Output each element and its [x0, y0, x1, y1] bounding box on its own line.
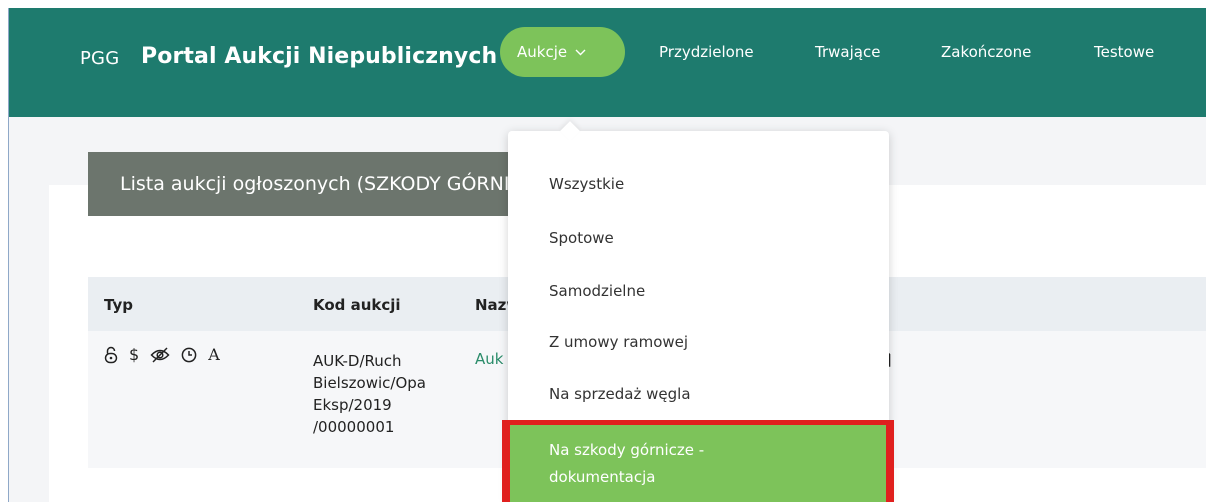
menu-item-spotowe[interactable]: Spotowe	[549, 229, 614, 247]
chevron-down-icon	[575, 45, 586, 59]
padlock-icon	[104, 346, 118, 364]
menu-item-label-line: dokumentacja	[549, 468, 656, 486]
menu-item-na-szkody-gornicze-label: Na szkody górnicze - dokumentacja	[549, 437, 704, 491]
auction-name-link[interactable]: Auk	[475, 350, 503, 368]
column-header-kod-aukcji[interactable]: Kod aukcji	[313, 296, 401, 314]
brand-title[interactable]: Portal Aukcji Niepublicznych	[141, 44, 497, 69]
brand-prefix[interactable]: PGG	[80, 48, 119, 69]
menu-item-z-umowy-ramowej[interactable]: Z umowy ramowej	[549, 333, 688, 351]
menu-item-na-sprzedaz-wegla[interactable]: Na sprzedaż węgla	[549, 385, 691, 403]
auction-code-line: Bielszowic/Opa	[313, 374, 426, 392]
row-type-icons: $ A	[104, 345, 220, 364]
column-header-typ[interactable]: Typ	[104, 296, 133, 314]
screenshot-edge-left	[0, 0, 8, 502]
letter-a-icon: A	[208, 345, 220, 364]
eye-slash-icon	[150, 346, 170, 363]
nav-zakonczone[interactable]: Zakończone	[941, 43, 1031, 61]
auction-code-line: /00000001	[313, 418, 395, 436]
menu-item-label-line: Na szkody górnicze -	[549, 441, 705, 459]
menu-item-wszystkie[interactable]: Wszystkie	[549, 175, 624, 193]
auction-code-line: AUK-D/Ruch	[313, 352, 402, 370]
page-title: Lista aukcji ogłoszonych (SZKODY GÓRNICZ…	[88, 152, 508, 216]
dollar-icon: $	[129, 345, 140, 364]
nav-testowe[interactable]: Testowe	[1094, 43, 1154, 61]
menu-item-samodzielne[interactable]: Samodzielne	[549, 282, 645, 300]
auction-code: AUK-D/Ruch Bielszowic/Opa Eksp/2019 /000…	[313, 350, 426, 438]
nav-przydzielone[interactable]: Przydzielone	[659, 43, 754, 61]
screenshot-edge-top	[0, 0, 1206, 8]
auction-code-line: Eksp/2019	[313, 396, 392, 414]
nav-trwajace[interactable]: Trwające	[815, 43, 880, 61]
nav-aukcje-dropdown-button[interactable]: Aukcje	[500, 27, 625, 77]
nav-aukcje-label: Aukcje	[517, 43, 568, 61]
clock-icon	[181, 347, 197, 363]
